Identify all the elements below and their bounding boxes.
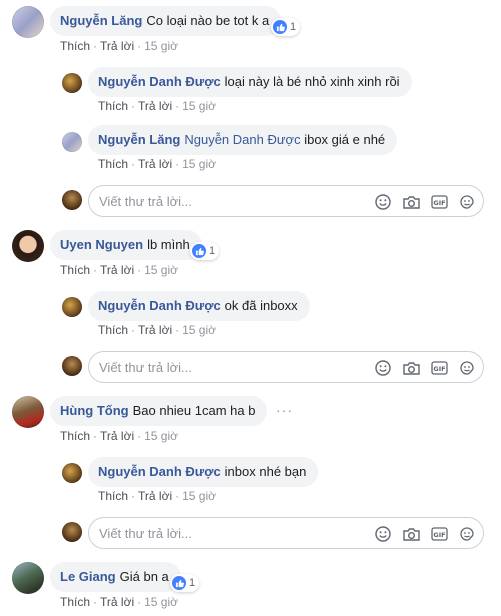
reply-link[interactable]: Trả lời: [100, 39, 134, 53]
reply-bubble: Nguyễn Danh Được ok đã inboxx: [88, 291, 310, 321]
emoji-icon[interactable]: [373, 192, 393, 212]
reply-author[interactable]: Nguyễn Danh Được: [98, 464, 221, 479]
reply-input[interactable]: Viết thư trả lời... GIF: [88, 185, 484, 217]
comment-author[interactable]: Le Giang: [60, 569, 116, 584]
comment-actions: Thích · Trả lời · 15 giờ: [60, 263, 178, 277]
reply-link[interactable]: Trả lời: [100, 263, 134, 277]
avatar-nguyen-lang[interactable]: [12, 6, 44, 38]
reply-text: ok đã inboxx: [224, 298, 298, 313]
reaction-count[interactable]: 1: [271, 18, 301, 36]
sticker-icon[interactable]: [457, 524, 477, 544]
avatar-le-giang[interactable]: [12, 562, 44, 594]
timestamp[interactable]: 15 giờ: [182, 489, 216, 503]
avatar-nguyen-danh-duoc[interactable]: [62, 73, 82, 93]
gif-icon[interactable]: GIF: [429, 524, 449, 544]
reply-input[interactable]: Viết thư trả lời... GIF: [88, 517, 484, 549]
reply-link[interactable]: Trả lời: [138, 323, 172, 337]
reply-bubble: Nguyễn Lăng Nguyễn Danh Được ibox giá e n…: [88, 125, 398, 155]
reply-author[interactable]: Nguyễn Lăng: [98, 132, 180, 147]
reply-link[interactable]: Trả lời: [138, 157, 172, 171]
comment-actions: Thích · Trả lời · 15 giờ: [60, 595, 178, 609]
like-reaction-icon: [192, 244, 206, 258]
reply-author[interactable]: Nguyễn Danh Được: [98, 74, 221, 89]
timestamp[interactable]: 15 giờ: [144, 429, 178, 443]
reply-actions: Thích · Trả lời · 15 giờ: [98, 323, 216, 337]
like-link[interactable]: Thích: [98, 323, 128, 337]
reply-text: inbox nhé bạn: [224, 464, 307, 479]
reply-link[interactable]: Trả lời: [100, 429, 134, 443]
timestamp[interactable]: 15 giờ: [144, 39, 178, 53]
like-reaction-icon: [273, 20, 287, 34]
camera-icon[interactable]: [401, 524, 421, 544]
comment-author[interactable]: Nguyễn Lăng: [60, 13, 142, 28]
camera-icon[interactable]: [401, 192, 421, 212]
reply-author[interactable]: Nguyễn Danh Được: [98, 298, 221, 313]
reply-link[interactable]: Trả lời: [138, 489, 172, 503]
avatar-nguyen-danh-duoc[interactable]: [62, 297, 82, 317]
avatar-nguyen-danh-duoc[interactable]: [62, 463, 82, 483]
comment-author[interactable]: Hùng Tống: [60, 403, 129, 418]
svg-text:GIF: GIF: [433, 531, 445, 539]
reaction-number: 1: [209, 245, 216, 257]
comment-text: Giá bn a: [119, 569, 169, 584]
comment-text: lb mình: [147, 237, 190, 252]
svg-text:GIF: GIF: [433, 365, 445, 373]
avatar-current-user: [62, 522, 82, 542]
svg-text:GIF: GIF: [433, 199, 445, 207]
reaction-count[interactable]: 1: [170, 574, 200, 592]
avatar-nguyen-lang[interactable]: [62, 132, 82, 152]
gif-icon[interactable]: GIF: [429, 192, 449, 212]
reply-text: ibox giá e nhé: [304, 132, 386, 147]
comment-bubble: Uyen Nguyen lb mình: [50, 230, 202, 260]
more-options-icon[interactable]: ···: [276, 402, 293, 418]
camera-icon[interactable]: [401, 358, 421, 378]
reply-actions: Thích · Trả lời · 15 giờ: [98, 489, 216, 503]
like-link[interactable]: Thích: [60, 595, 90, 609]
comment-text: Co loại nào be tot k a: [146, 13, 270, 28]
like-link[interactable]: Thích: [98, 99, 128, 113]
reply-bubble: Nguyễn Danh Được inbox nhé bạn: [88, 457, 319, 487]
reply-link[interactable]: Trả lời: [100, 595, 134, 609]
reply-actions: Thích · Trả lời · 15 giờ: [98, 157, 216, 171]
comment-bubble: Nguyễn Lăng Co loại nào be tot k a: [50, 6, 282, 36]
avatar-uyen-nguyen[interactable]: [12, 230, 44, 262]
emoji-icon[interactable]: [373, 524, 393, 544]
reply-input[interactable]: Viết thư trả lời... GIF: [88, 351, 484, 383]
like-link[interactable]: Thích: [60, 39, 90, 53]
reply-link[interactable]: Trả lời: [138, 99, 172, 113]
like-link[interactable]: Thích: [60, 429, 90, 443]
tagged-user[interactable]: Nguyễn Danh Được: [184, 132, 300, 147]
emoji-icon[interactable]: [373, 358, 393, 378]
reply-bubble: Nguyễn Danh Được loại này là bé nhỏ xinh …: [88, 67, 412, 97]
timestamp[interactable]: 15 giờ: [182, 99, 216, 113]
avatar-current-user: [62, 356, 82, 376]
like-link[interactable]: Thích: [60, 263, 90, 277]
comment-actions: Thích · Trả lời · 15 giờ: [60, 429, 178, 443]
like-reaction-icon: [172, 576, 186, 590]
comment-bubble: Le Giang Giá bn a: [50, 562, 181, 592]
avatar-hung-tong[interactable]: [12, 396, 44, 428]
comment-actions: Thích · Trả lời · 15 giờ: [60, 39, 178, 53]
timestamp[interactable]: 15 giờ: [182, 323, 216, 337]
reply-placeholder: Viết thư trả lời...: [99, 360, 192, 375]
reply-actions: Thích · Trả lời · 15 giờ: [98, 99, 216, 113]
comment-bubble: Hùng Tống Bao nhieu 1cam ha b: [50, 396, 268, 426]
like-link[interactable]: Thích: [98, 157, 128, 171]
sticker-icon[interactable]: [457, 192, 477, 212]
timestamp[interactable]: 15 giờ: [144, 595, 178, 609]
reply-text: loại này là bé nhỏ xinh xinh rồi: [224, 74, 400, 89]
timestamp[interactable]: 15 giờ: [182, 157, 216, 171]
comment-text: Bao nhieu 1cam ha b: [132, 403, 256, 418]
timestamp[interactable]: 15 giờ: [144, 263, 178, 277]
sticker-icon[interactable]: [457, 358, 477, 378]
avatar-current-user: [62, 190, 82, 210]
reply-placeholder: Viết thư trả lời...: [99, 526, 192, 541]
reaction-count[interactable]: 1: [190, 242, 220, 260]
gif-icon[interactable]: GIF: [429, 358, 449, 378]
reaction-number: 1: [189, 577, 196, 589]
reaction-number: 1: [290, 21, 297, 33]
comment-author[interactable]: Uyen Nguyen: [60, 237, 143, 252]
like-link[interactable]: Thích: [98, 489, 128, 503]
reply-placeholder: Viết thư trả lời...: [99, 194, 192, 209]
